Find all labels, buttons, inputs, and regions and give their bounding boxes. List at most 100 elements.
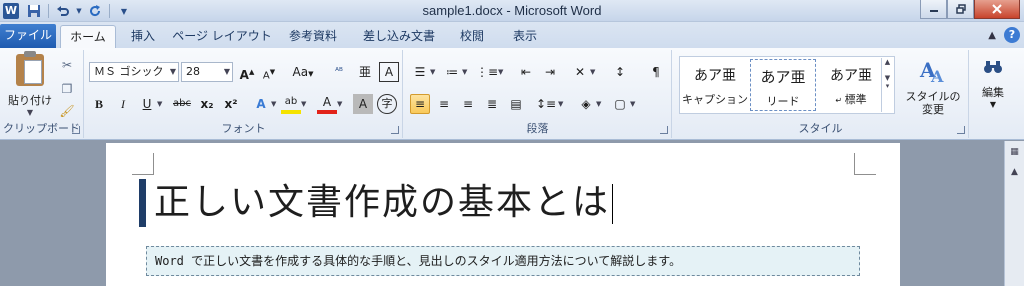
change-styles-button[interactable]: AA スタイルの 変更 xyxy=(901,54,965,116)
shading-dropdown-icon[interactable]: ▼ xyxy=(596,100,601,108)
tab-row-right: ▲ ? xyxy=(988,27,1020,43)
change-styles-icon: AA xyxy=(917,54,949,86)
gallery-scroll[interactable]: ▲ ▼ ▾ xyxy=(881,58,893,112)
document-heading[interactable]: 正しい文書作成の基本とは xyxy=(154,179,614,227)
bullets-dropdown-icon[interactable]: ▼ xyxy=(430,68,435,76)
bullets-icon[interactable]: ☰ xyxy=(410,62,430,82)
svg-text:A: A xyxy=(930,67,944,85)
group-label-styles: スタイル xyxy=(798,122,843,135)
style-sample: あア亜 xyxy=(694,68,736,84)
text-effects-dropdown-icon[interactable]: ▼ xyxy=(271,100,276,108)
clear-formatting-icon[interactable]: ᴬᴮ xyxy=(329,62,349,82)
italic-button[interactable]: I xyxy=(113,94,133,114)
format-painter-icon[interactable]: 🖌 xyxy=(58,102,76,120)
text-effects-icon[interactable]: A xyxy=(251,94,271,114)
grow-font-button[interactable]: A▲ xyxy=(237,62,257,82)
increase-indent-icon[interactable]: ⇥ xyxy=(540,62,560,82)
document-page[interactable]: 正しい文書作成の基本とは Word で正しい文書を作成する具体的な手順と、見出し… xyxy=(106,143,900,286)
dialog-launcher-icon[interactable] xyxy=(957,126,965,134)
dialog-launcher-icon[interactable] xyxy=(391,126,399,134)
style-sample: あア亜 xyxy=(760,68,806,86)
line-spacing-icon[interactable]: ↕≡ xyxy=(536,94,556,114)
restore-button[interactable] xyxy=(947,0,974,19)
cut-icon[interactable]: ✂ xyxy=(58,56,76,74)
multilevel-dropdown-icon[interactable]: ▼ xyxy=(498,68,503,76)
tab-insert[interactable]: 挿入 xyxy=(120,25,166,48)
chevron-down-icon: ▼ xyxy=(989,100,997,109)
vertical-scrollbar[interactable]: ▦ ▲ xyxy=(1004,141,1024,286)
numbering-icon[interactable]: ≔ xyxy=(442,62,462,82)
phonetic-guide-icon[interactable]: 亜 xyxy=(355,62,375,82)
distributed-icon[interactable]: ▤ xyxy=(506,94,526,114)
line-spacing-dropdown-icon[interactable]: ▼ xyxy=(558,100,563,108)
scroll-up-icon[interactable]: ▲ xyxy=(1007,165,1022,179)
chevron-down-icon[interactable]: ▼ xyxy=(6,108,54,117)
highlight-icon[interactable]: ab xyxy=(281,94,301,114)
underline-button[interactable]: U xyxy=(137,94,157,114)
binoculars-icon xyxy=(980,54,1006,80)
tab-page-layout[interactable]: ページ レイアウト xyxy=(172,25,272,48)
font-size-value: 28 xyxy=(186,65,200,78)
copy-icon[interactable]: ❐ xyxy=(58,80,76,98)
editing-button[interactable]: 編集 ▼ xyxy=(974,54,1012,109)
bold-button[interactable]: B xyxy=(89,94,109,114)
group-font: ＭＳ ゴシック ▼ 28 ▼ A▲ A▼ Aa▼ ᴬᴮ 亜 A B I U ▼ ab… xyxy=(85,50,403,138)
superscript-button[interactable]: x² xyxy=(221,94,241,114)
window-title: sample1.docx - Microsoft Word xyxy=(422,3,602,18)
ribbon-tab-bar: ファイル ホーム 挿入 ページ レイアウト 参考資料 差し込み文書 校閲 表示 … xyxy=(0,22,1024,48)
tab-mailings[interactable]: 差し込み文書 xyxy=(354,25,444,48)
help-icon[interactable]: ? xyxy=(1004,27,1020,43)
change-styles-label: スタイルの 変更 xyxy=(905,90,961,116)
crop-mark xyxy=(132,153,154,175)
character-shading-icon[interactable]: A xyxy=(353,94,373,114)
asian-layout-icon[interactable]: ✕ xyxy=(570,62,590,82)
style-lead[interactable]: あア亜 リード xyxy=(750,59,816,111)
minimize-button[interactable] xyxy=(920,0,947,19)
tab-home[interactable]: ホーム xyxy=(60,25,116,48)
paste-button[interactable]: 貼り付け ▼ xyxy=(6,51,54,124)
asian-layout-dropdown-icon[interactable]: ▼ xyxy=(590,68,595,76)
close-button[interactable] xyxy=(974,0,1020,19)
dialog-launcher-icon[interactable] xyxy=(72,126,80,134)
font-size-combo[interactable]: 28 ▼ xyxy=(181,62,233,82)
tab-file[interactable]: ファイル xyxy=(0,24,56,48)
tab-references[interactable]: 参考資料 xyxy=(278,25,348,48)
style-caption[interactable]: あア亜 キャプション xyxy=(682,59,748,111)
highlight-dropdown-icon[interactable]: ▼ xyxy=(301,100,306,108)
align-left-icon[interactable]: ≡ xyxy=(410,94,430,114)
group-editing: 編集 ▼ xyxy=(970,50,1016,138)
show-marks-icon[interactable]: ¶ xyxy=(646,62,666,82)
font-color-dropdown-icon[interactable]: ▼ xyxy=(337,100,342,108)
tab-review[interactable]: 校閲 xyxy=(450,25,494,48)
multilevel-list-icon[interactable]: ⋮≡ xyxy=(476,62,498,82)
align-center-icon[interactable]: ≡ xyxy=(434,94,454,114)
character-border-icon[interactable]: A xyxy=(379,62,399,82)
borders-icon[interactable]: ▢ xyxy=(610,94,630,114)
minimize-ribbon-icon[interactable]: ▲ xyxy=(988,30,996,41)
justify-icon[interactable]: ≣ xyxy=(482,94,502,114)
borders-dropdown-icon[interactable]: ▼ xyxy=(630,100,635,108)
decrease-indent-icon[interactable]: ⇤ xyxy=(516,62,536,82)
ruler-toggle-icon[interactable]: ▦ xyxy=(1007,145,1022,159)
underline-dropdown-icon[interactable]: ▼ xyxy=(157,100,162,108)
group-styles: あア亜 キャプション あア亜 リード あア亜 ↵ 標準 ▲ ▼ ▾ AA スタイルの… xyxy=(673,50,969,138)
tab-view[interactable]: 表示 xyxy=(500,25,550,48)
align-right-icon[interactable]: ≡ xyxy=(458,94,478,114)
subscript-button[interactable]: x₂ xyxy=(197,94,217,114)
sort-icon[interactable]: ↕ xyxy=(610,62,630,82)
font-name-combo[interactable]: ＭＳ ゴシック ▼ xyxy=(89,62,179,82)
strikethrough-button[interactable]: abc xyxy=(169,94,195,114)
change-case-button[interactable]: Aa▼ xyxy=(289,62,317,82)
window-controls xyxy=(920,0,1020,19)
lead-paragraph[interactable]: Word で正しい文書を作成する具体的な手順と、見出しのスタイル適用方法について… xyxy=(146,246,860,276)
style-sample: あア亜 xyxy=(830,68,872,84)
font-color-icon[interactable]: A xyxy=(317,94,337,114)
heading-accent-bar xyxy=(139,179,146,227)
numbering-dropdown-icon[interactable]: ▼ xyxy=(462,68,467,76)
enclose-characters-icon[interactable]: 字 xyxy=(377,94,397,114)
style-normal[interactable]: あア亜 ↵ 標準 xyxy=(818,59,884,111)
dialog-launcher-icon[interactable] xyxy=(660,126,668,134)
shading-icon[interactable]: ◈ xyxy=(576,94,596,114)
shrink-font-button[interactable]: A▼ xyxy=(259,62,279,82)
title-bar: W ▼ ▼ sample1.docx - Microsoft Word xyxy=(0,0,1024,22)
